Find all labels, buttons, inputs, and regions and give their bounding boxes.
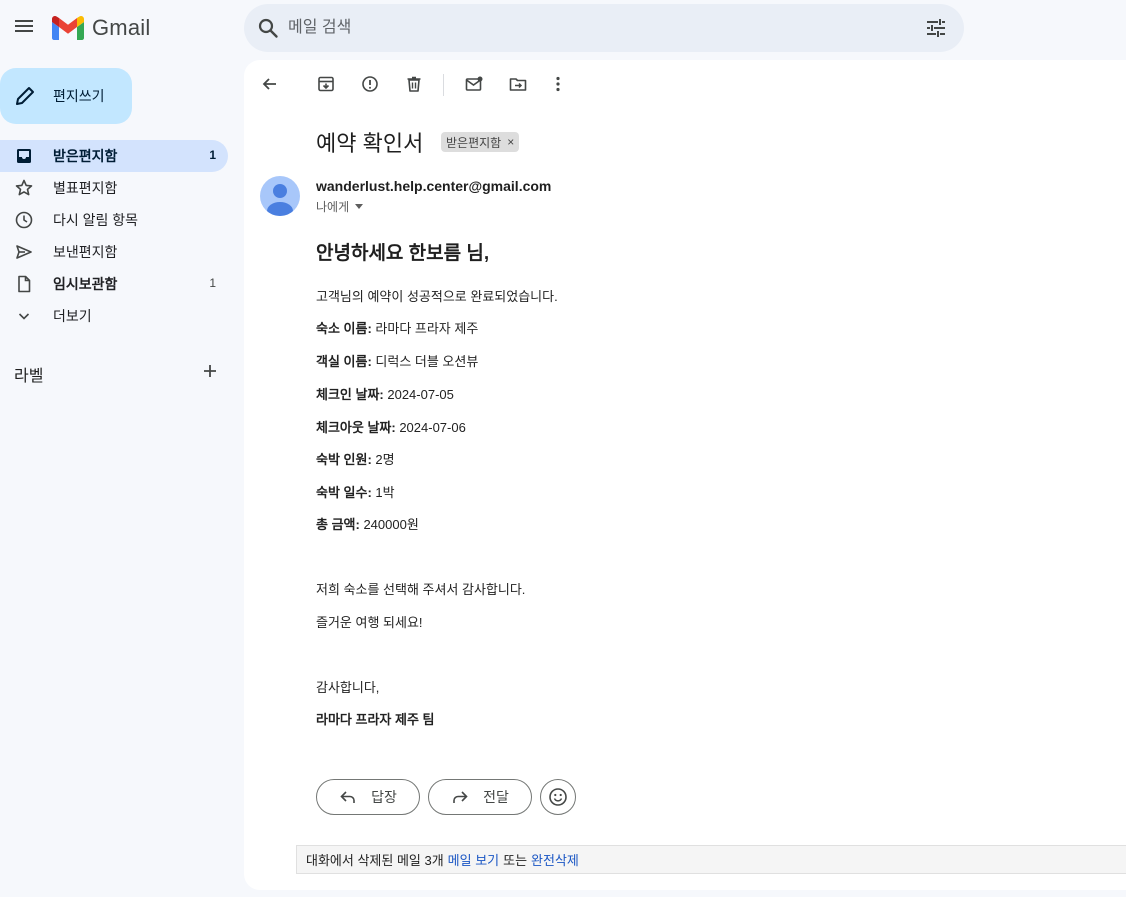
compose-button[interactable]: 편지쓰기 (0, 68, 132, 124)
sidebar-item-more[interactable]: 더보기 (0, 300, 228, 332)
reply-actions: 답장 전달 (316, 779, 576, 815)
detail-line: 체크인 날짜: 2024-07-05 (316, 384, 454, 403)
back-arrow-icon[interactable] (258, 72, 282, 96)
email-subject: 예약 확인서 (316, 131, 424, 156)
more-options-icon[interactable] (546, 72, 570, 96)
reply-icon (339, 788, 357, 806)
draft-count: 1 (209, 276, 216, 290)
sidebar-item-starred[interactable]: 별표편지함 (0, 172, 228, 204)
move-to-folder-icon[interactable] (506, 72, 530, 96)
send-icon (14, 242, 34, 262)
delete-forever-link[interactable]: 완전삭제 (531, 850, 579, 869)
search-input[interactable] (288, 4, 888, 52)
sidebar-item-label: 임시보관함 (53, 276, 118, 292)
view-deleted-link[interactable]: 메일 보기 (448, 850, 499, 869)
reply-label: 답장 (371, 789, 397, 805)
recipient-details-toggle[interactable]: 나에게 (316, 198, 364, 215)
sidebar-item-label: 보낸편지함 (53, 244, 118, 260)
message-panel: 예약 확인서 받은편지함 × wanderlust.help.center@gm… (244, 60, 1126, 890)
detail-line: 숙박 일수: 1박 (316, 482, 395, 501)
labels-title: 라벨 (14, 368, 44, 385)
sidebar-item-snoozed[interactable]: 다시 알림 항목 (0, 204, 228, 236)
forward-label: 전달 (483, 789, 509, 805)
greeting: 안녕하세요 한보름 님, (316, 243, 490, 264)
caret-down-icon (355, 204, 364, 209)
deleted-messages-notice: 대화에서 삭제된 메일 3개 메일 보기 또는 완전삭제 (296, 845, 1126, 874)
toolbar-divider (443, 74, 444, 96)
sidebar-item-label: 별표편지함 (53, 180, 118, 196)
smiley-icon (549, 788, 567, 806)
inbox-icon (14, 146, 34, 166)
chevron-down-icon (14, 306, 34, 326)
trash-icon[interactable] (402, 72, 426, 96)
detail-value: 2024-07-06 (395, 420, 466, 435)
star-icon (14, 178, 34, 198)
app-name: Gmail (92, 15, 151, 40)
main-menu-icon[interactable] (12, 14, 36, 38)
intro-text: 고객님의 예약이 성공적으로 완료되었습니다. (316, 289, 558, 304)
search-bar (244, 4, 964, 52)
detail-value: 1박 (371, 485, 395, 500)
labels-section-header: 라벨 (0, 356, 228, 386)
add-label-icon[interactable] (200, 361, 220, 381)
thanks-text: 저희 숙소를 선택해 주셔서 감사합니다. (316, 582, 526, 597)
pencil-icon (13, 84, 37, 108)
detail-value: 2024-07-05 (383, 387, 454, 402)
unread-count: 1 (209, 148, 216, 162)
remove-label-button[interactable]: × (507, 135, 514, 149)
clock-icon (14, 210, 34, 230)
detail-key: 숙박 일수: (316, 485, 372, 500)
sidebar-nav: 받은편지함 1 별표편지함 다시 알림 항목 보낸편지함 임시보관함 1 더보기 (0, 140, 228, 332)
closing-text: 감사합니다, (316, 680, 380, 695)
draft-file-icon (14, 274, 34, 294)
deleted-notice-text: 대화에서 삭제된 메일 3개 (306, 853, 444, 868)
detail-key: 체크아웃 날짜: (316, 420, 396, 435)
sidebar-item-drafts[interactable]: 임시보관함 1 (0, 268, 228, 300)
detail-key: 체크인 날짜: (316, 387, 384, 402)
label-chip-text: 받은편지함 (446, 135, 502, 150)
avatar[interactable] (260, 176, 300, 216)
top-bar: Gmail (0, 0, 1126, 56)
detail-line: 숙박 인원: 2명 (316, 449, 395, 468)
detail-key: 숙소 이름: (316, 321, 372, 336)
search-options-icon[interactable] (924, 16, 948, 40)
forward-icon (451, 788, 469, 806)
detail-line: 객실 이름: 디럭스 더블 오션뷰 (316, 351, 478, 370)
wish-text: 즐거운 여행 되세요! (316, 615, 423, 630)
sender-email[interactable]: wanderlust.help.center@gmail.com (316, 178, 551, 194)
detail-key: 객실 이름: (316, 354, 372, 369)
detail-line: 총 금액: 240000원 (316, 514, 419, 533)
archive-icon[interactable] (314, 72, 338, 96)
sidebar-item-label: 받은편지함 (53, 148, 118, 164)
sidebar-item-label: 더보기 (53, 308, 92, 324)
detail-value: 라마다 프라자 제주 (371, 321, 479, 336)
search-icon[interactable] (256, 16, 280, 40)
mark-unread-icon[interactable] (462, 72, 486, 96)
label-chip[interactable]: 받은편지함 × (441, 132, 520, 152)
recipient-label: 나에게 (316, 200, 350, 214)
sidebar-item-inbox[interactable]: 받은편지함 1 (0, 140, 228, 172)
deleted-notice-or: 또는 (503, 853, 528, 868)
reply-button[interactable]: 답장 (316, 779, 420, 815)
report-spam-icon[interactable] (358, 72, 382, 96)
detail-value: 240000원 (359, 517, 419, 532)
detail-line: 숙소 이름: 라마다 프라자 제주 (316, 318, 478, 337)
gmail-m-icon (52, 16, 84, 40)
sidebar-item-sent[interactable]: 보낸편지함 (0, 236, 228, 268)
gmail-logo[interactable]: Gmail (52, 14, 150, 42)
compose-label: 편지쓰기 (53, 88, 105, 104)
detail-value: 2명 (371, 452, 395, 467)
signature: 라마다 프라자 제주 팀 (316, 712, 435, 727)
sidebar-item-label: 다시 알림 항목 (53, 212, 139, 228)
detail-line: 체크아웃 날짜: 2024-07-06 (316, 417, 466, 436)
emoji-reaction-button[interactable] (540, 779, 576, 815)
detail-key: 총 금액: (316, 517, 360, 532)
detail-key: 숙박 인원: (316, 452, 372, 467)
person-icon (267, 184, 293, 216)
forward-button[interactable]: 전달 (428, 779, 532, 815)
detail-value: 디럭스 더블 오션뷰 (371, 354, 479, 369)
